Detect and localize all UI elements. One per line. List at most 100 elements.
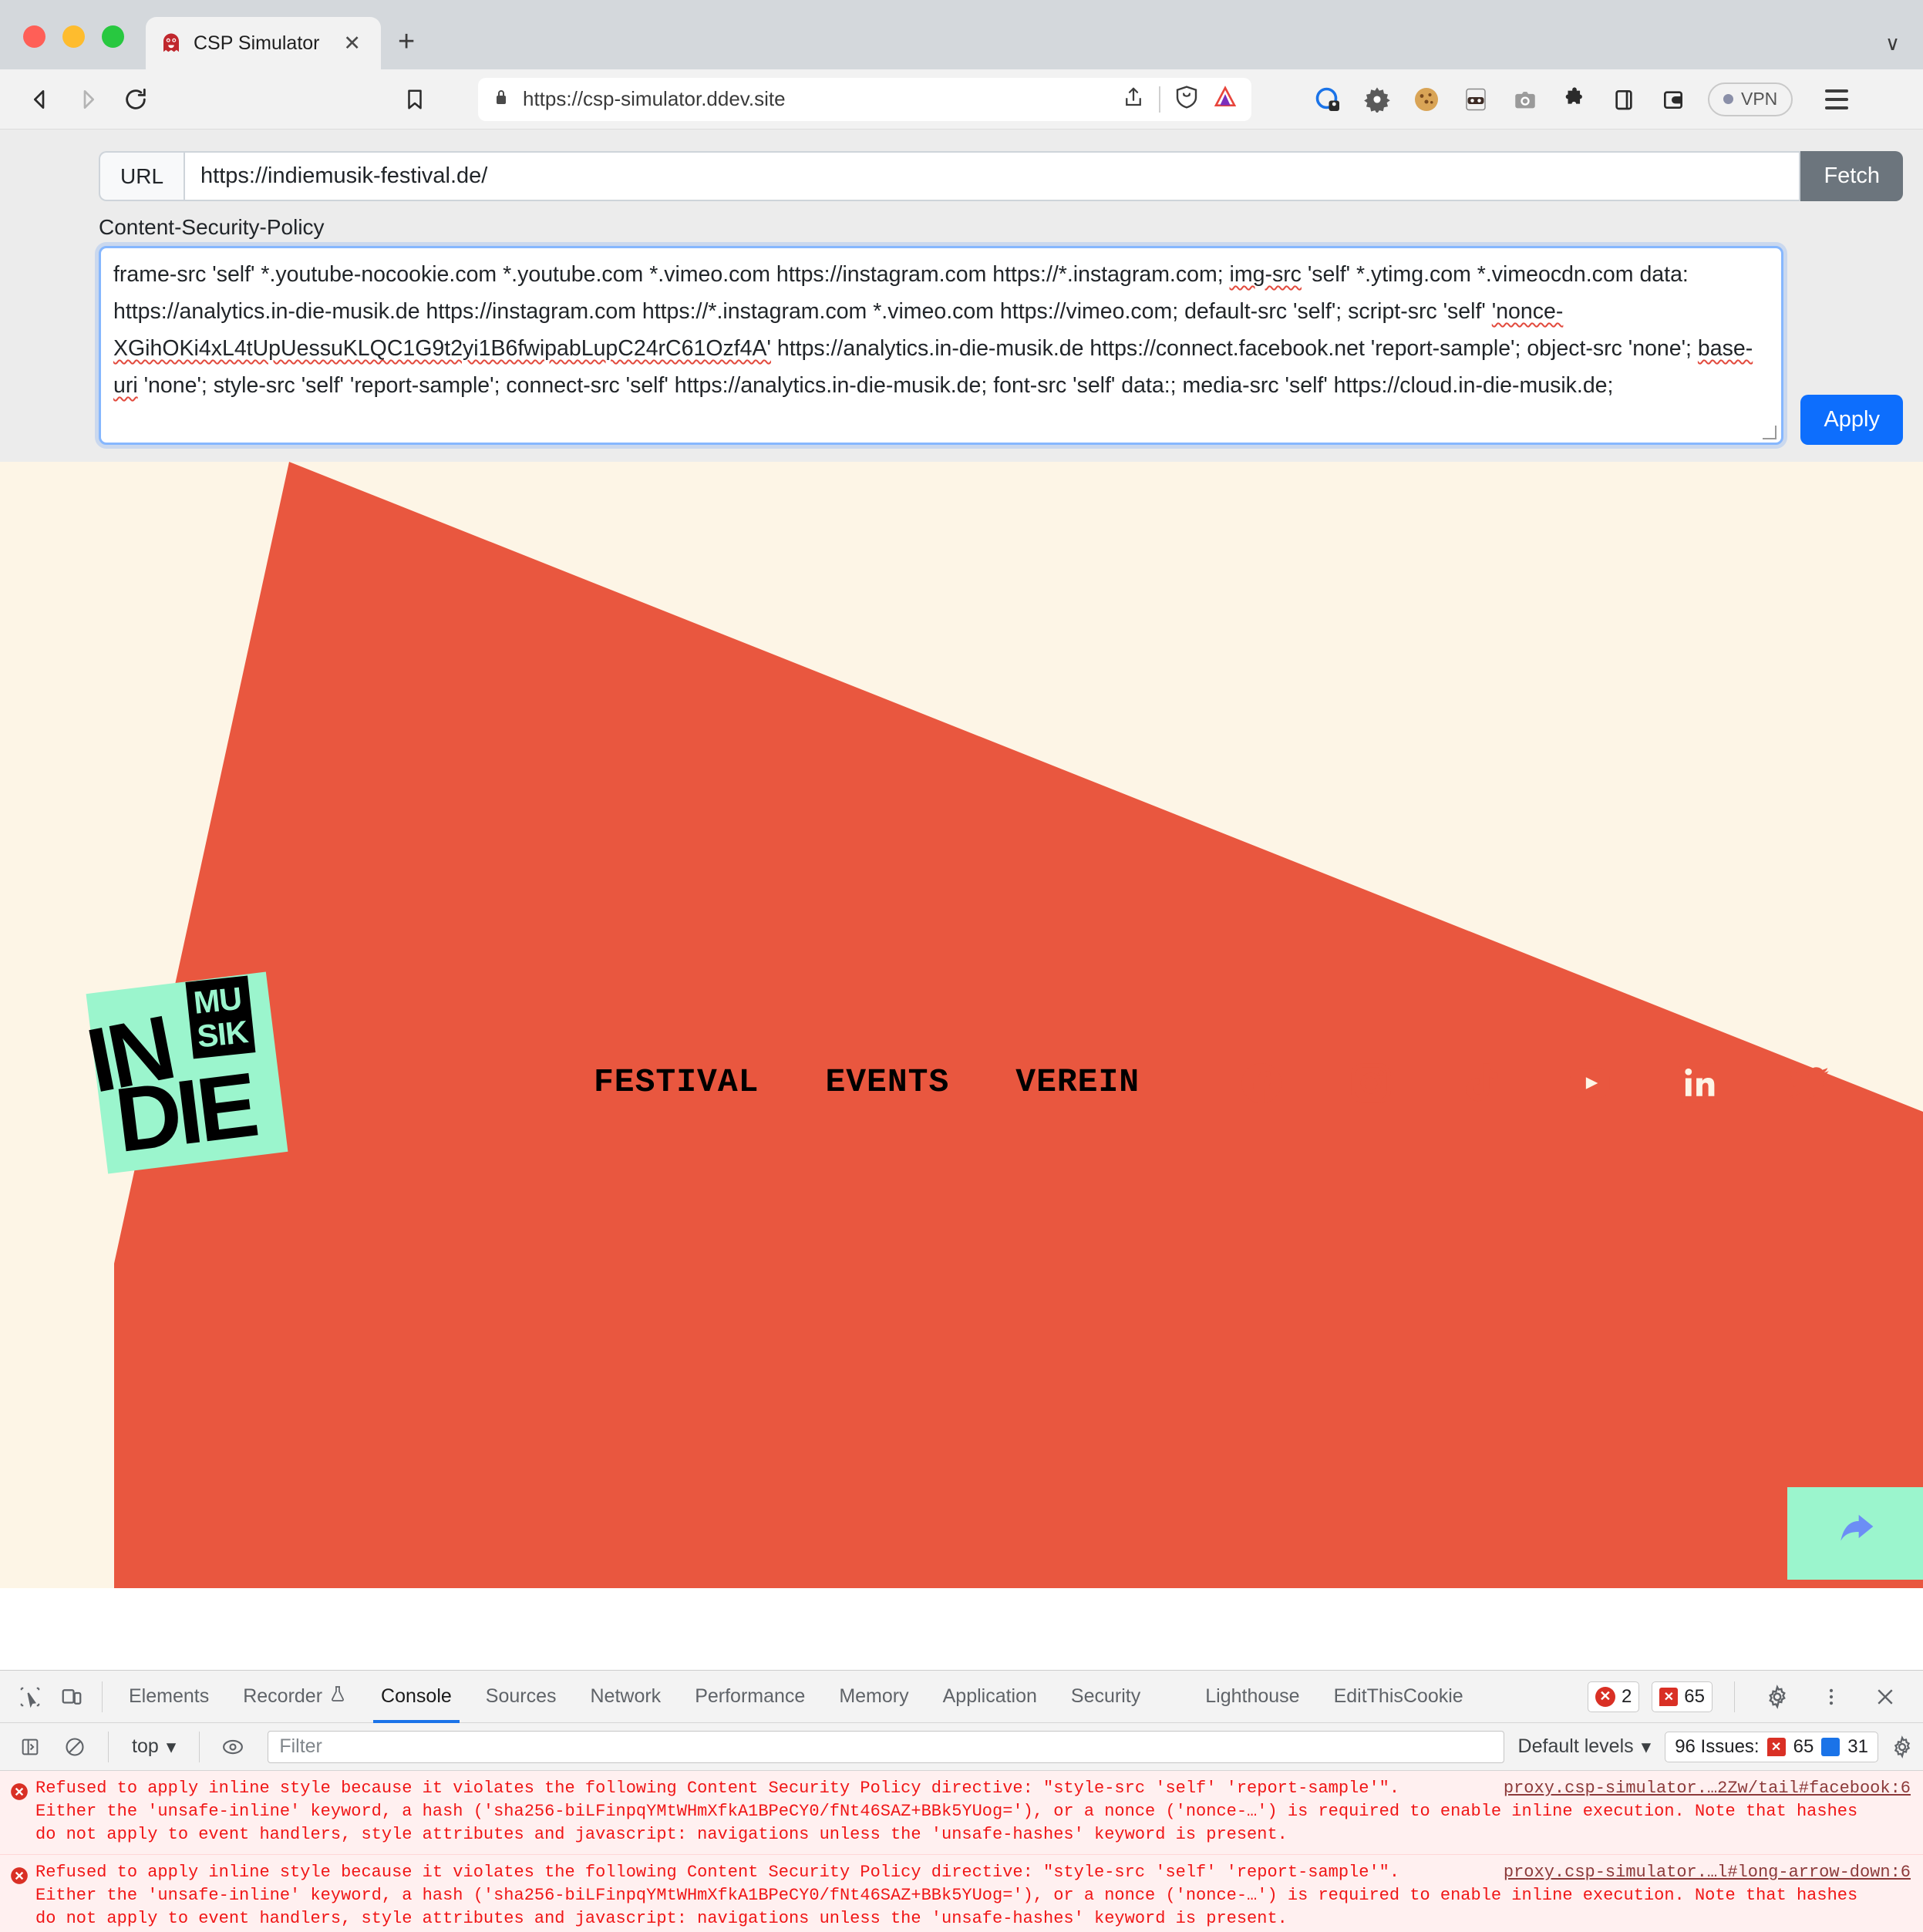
window-controls (0, 25, 146, 69)
bookmark-icon[interactable] (395, 79, 435, 119)
vpn-status-dot (1723, 94, 1733, 104)
error-count-badge[interactable]: ✕ 2 (1587, 1681, 1640, 1712)
issues-label: 96 Issues: (1675, 1735, 1760, 1757)
wallet-icon[interactable] (1659, 85, 1688, 114)
console-message-source-link[interactable]: proxy.csp-simulator.…2Zw/tail#facebook:6 (1504, 1779, 1911, 1798)
reload-icon[interactable] (116, 79, 156, 119)
devtools-tabbar-right: ✕ 2 ✕ 65 (1587, 1676, 1923, 1718)
csp-segment-6: 'none'; style-src 'self' 'report-sample'… (137, 373, 1614, 398)
share-tab-button[interactable] (1787, 1487, 1923, 1580)
kebab-menu-icon[interactable] (1810, 1676, 1852, 1718)
lock-icon (492, 88, 510, 110)
linkedin-icon[interactable] (1675, 1059, 1723, 1107)
chevron-down-icon: ▾ (1641, 1735, 1652, 1758)
error-icon: ✕ (1595, 1686, 1615, 1707)
console-filter-input[interactable]: Filter (268, 1730, 1504, 1763)
textarea-resize-grip[interactable] (1763, 426, 1777, 439)
gear-icon[interactable] (1756, 1676, 1798, 1718)
csp-segment-1: img-src (1229, 262, 1302, 287)
clear-console-icon[interactable] (54, 1726, 96, 1768)
fetch-button[interactable]: Fetch (1800, 151, 1903, 201)
youtube-icon[interactable] (1566, 1059, 1614, 1107)
share-icon[interactable] (1122, 86, 1145, 113)
tab-elements[interactable]: Elements (112, 1671, 226, 1723)
url-fetch-row: URL Fetch (0, 151, 1923, 201)
logo-line-die: DIE (109, 1054, 260, 1172)
live-expression-icon[interactable] (212, 1726, 254, 1768)
site-nav-festival[interactable]: FESTIVAL (594, 1063, 759, 1101)
site-navigation: FESTIVAL EVENTS VEREIN (594, 1063, 1140, 1101)
tiktok-icon[interactable] (1457, 1059, 1504, 1107)
browser-tab[interactable]: CSP Simulator ✕ (146, 17, 381, 69)
csp-simulator-panel: URL Fetch Content-Security-Policy frame-… (0, 130, 1923, 462)
extension-icons: VPN (1313, 82, 1849, 116)
minimize-window-button[interactable] (62, 25, 85, 48)
tab-memory[interactable]: Memory (822, 1671, 925, 1723)
log-level-selector[interactable]: Default levels ▾ (1518, 1735, 1662, 1759)
privacy-badger-icon[interactable] (1313, 85, 1342, 114)
divider (1734, 1681, 1735, 1712)
instagram-icon[interactable] (1347, 1059, 1395, 1107)
hamburger-icon[interactable] (1825, 89, 1849, 109)
divider (108, 1731, 109, 1762)
console-message[interactable]: Refused to apply inline style because it… (0, 1771, 1923, 1855)
devtools-panel: Elements Recorder Console Sources Networ… (0, 1670, 1923, 1932)
sidebar-icon[interactable] (1609, 85, 1638, 114)
site-nav-events[interactable]: EVENTS (825, 1063, 949, 1101)
apply-button-wrap: Apply (1783, 246, 1903, 445)
issues-warning-count: 65 (1793, 1735, 1814, 1757)
cookie-icon[interactable] (1412, 85, 1441, 114)
device-toolbar-icon[interactable] (51, 1676, 93, 1718)
address-text: https://csp-simulator.ddev.site (523, 87, 786, 110)
url-label: URL (99, 151, 184, 201)
inspect-element-icon[interactable] (9, 1676, 51, 1718)
console-sidebar-icon[interactable] (9, 1726, 51, 1768)
tab-application[interactable]: Application (926, 1671, 1054, 1723)
tab-lighthouse[interactable]: Lighthouse (1188, 1671, 1316, 1723)
puzzle-extension-icon[interactable] (1560, 85, 1589, 114)
close-tab-icon[interactable]: ✕ (337, 32, 367, 56)
back-icon[interactable] (20, 79, 60, 119)
browser-titlebar: CSP Simulator ✕ + ∨ (0, 0, 1923, 69)
warning-icon: ✕ (1659, 1687, 1679, 1706)
browser-window: CSP Simulator ✕ + ∨ https://csp-simulato… (0, 0, 1923, 1932)
execution-context-selector[interactable]: top ▾ (121, 1735, 187, 1759)
camera-icon[interactable] (1510, 85, 1540, 114)
tab-console[interactable]: Console (364, 1671, 469, 1723)
site-nav-verein[interactable]: VEREIN (1015, 1063, 1140, 1101)
browser-toolbar: https://csp-simulator.ddev.site VPN (0, 69, 1923, 130)
tab-recorder[interactable]: Recorder (226, 1671, 364, 1723)
tab-performance[interactable]: Performance (678, 1671, 822, 1723)
csp-textarea[interactable]: frame-src 'self' *.youtube-nocookie.com … (99, 246, 1784, 445)
tab-security[interactable]: Security (1054, 1671, 1157, 1723)
maximize-window-button[interactable] (102, 25, 124, 48)
brave-rewards-icon[interactable] (1213, 85, 1238, 113)
url-input[interactable] (184, 151, 1801, 201)
warning-count-badge[interactable]: ✕ 65 (1652, 1681, 1713, 1712)
console-messages: Refused to apply inline style because it… (0, 1771, 1923, 1932)
console-message-source-link[interactable]: proxy.csp-simulator.…l#long-arrow-down:6 (1504, 1863, 1911, 1882)
issues-badge[interactable]: 96 Issues: ✕ 65 31 (1665, 1731, 1878, 1762)
chevron-down-icon[interactable]: ∨ (1885, 32, 1900, 56)
new-tab-button[interactable]: + (398, 25, 415, 59)
tab-sources[interactable]: Sources (469, 1671, 574, 1723)
address-bar[interactable]: https://csp-simulator.ddev.site (478, 77, 1251, 121)
close-icon[interactable] (1864, 1676, 1906, 1718)
gear-icon[interactable] (1362, 85, 1392, 114)
twitter-icon[interactable] (1785, 1059, 1833, 1107)
apply-button[interactable]: Apply (1800, 395, 1903, 445)
error-icon (9, 1861, 35, 1930)
tab-editthiscookie[interactable]: EditThisCookie (1317, 1671, 1480, 1723)
console-message[interactable]: Refused to apply inline style because it… (0, 1855, 1923, 1932)
site-logo[interactable]: IN MU SIK DIE (75, 957, 308, 1184)
chevron-down-icon: ▾ (166, 1735, 177, 1758)
incognito-mask-icon[interactable] (1461, 85, 1490, 114)
forward-icon[interactable] (68, 79, 108, 119)
console-settings-gear-icon[interactable] (1881, 1726, 1923, 1768)
tab-network[interactable]: Network (574, 1671, 679, 1723)
execution-context-value: top (132, 1735, 159, 1757)
vpn-button[interactable]: VPN (1708, 82, 1793, 116)
facebook-icon[interactable] (1238, 1059, 1285, 1107)
close-window-button[interactable] (23, 25, 45, 48)
brave-shields-icon[interactable] (1174, 85, 1199, 113)
